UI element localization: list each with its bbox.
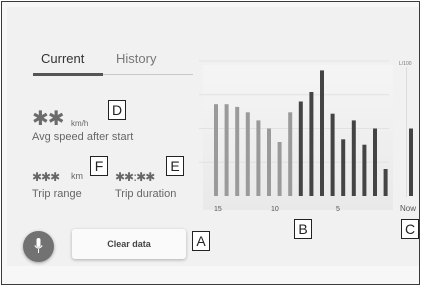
chart-bar xyxy=(288,112,293,196)
fuel-economy-chart: 15 10 5 Now L/100 xyxy=(199,60,416,213)
chart-bar xyxy=(214,104,218,196)
chart-bar xyxy=(320,70,324,196)
chart-bar xyxy=(309,92,314,196)
clear-data-button[interactable]: Clear data xyxy=(72,229,186,259)
chart-bar xyxy=(224,104,229,196)
chart-bar xyxy=(298,101,303,196)
x-tick-label: 5 xyxy=(336,206,340,213)
chart-bar xyxy=(330,113,335,196)
voice-button[interactable] xyxy=(23,231,54,262)
chart-bar xyxy=(373,128,377,196)
callout-d: D xyxy=(108,100,126,120)
chart-bar xyxy=(277,142,282,196)
figure-frame: Current History ✱✱ km/h Avg speed after … xyxy=(1,1,420,285)
chart-bar xyxy=(351,120,356,196)
x-tick-label: 10 xyxy=(271,206,279,213)
trip-info-screen: Current History ✱✱ km/h Avg speed after … xyxy=(7,7,419,266)
x-tick-label: 15 xyxy=(214,206,222,213)
chart-bar xyxy=(383,169,388,196)
chart-bar xyxy=(245,112,250,196)
chart-bar xyxy=(362,144,367,196)
callout-b: B xyxy=(294,219,312,239)
callout-f: F xyxy=(90,156,108,176)
chart-bar-now xyxy=(409,128,413,196)
chart-unit-label: L/100 xyxy=(399,61,412,67)
callout-c: C xyxy=(401,219,419,239)
chart-bar xyxy=(267,128,271,196)
callout-e: E xyxy=(166,156,184,176)
callout-a: A xyxy=(192,231,210,251)
chart-bar xyxy=(341,139,346,196)
chart-bar xyxy=(235,106,240,196)
chart-bar xyxy=(256,120,261,196)
microphone-icon xyxy=(34,238,43,253)
now-label: Now xyxy=(400,204,416,213)
